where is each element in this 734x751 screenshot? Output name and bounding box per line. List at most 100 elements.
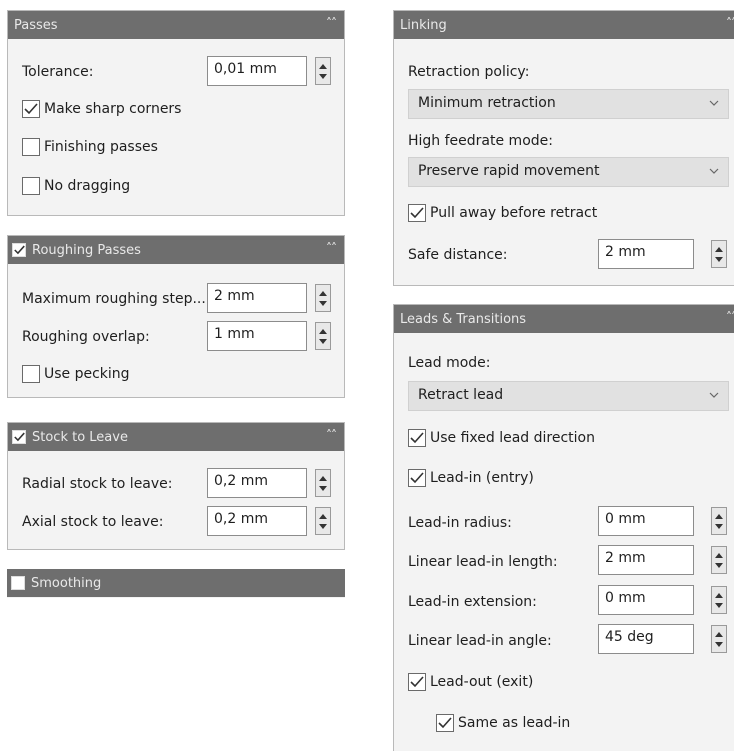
linear-lead-in-angle-field[interactable]: 45 deg — [598, 624, 694, 654]
radial-stock-spin-arrows-icon[interactable] — [315, 469, 331, 497]
roughing-title: Roughing Passes — [32, 242, 141, 258]
lead-in-extension-spin-arrows-icon[interactable] — [711, 586, 727, 614]
checkbox-box[interactable] — [436, 714, 454, 732]
lead-in-extension-label: Lead-in extension: — [408, 594, 537, 610]
passes-panel: Passes ˄˄ Tolerance: 0,01 mm Make sharp … — [7, 10, 345, 216]
double-chevron-up-icon[interactable]: ˄˄ — [326, 241, 337, 255]
checkmark-icon — [438, 717, 452, 729]
use-pecking-label: Use pecking — [44, 366, 130, 382]
roughing-overlap-field[interactable]: 1 mm — [207, 321, 307, 351]
linear-lead-in-angle-label: Linear lead-in angle: — [408, 633, 552, 649]
max-roughing-step-label: Maximum roughing step... — [22, 291, 206, 307]
lead-in-radius-label: Lead-in radius: — [408, 515, 512, 531]
pull-away-label: Pull away before retract — [430, 205, 598, 221]
stock-panel: Stock to Leave ˄˄ Radial stock to leave:… — [7, 422, 345, 550]
high-feedrate-dropdown[interactable]: Preserve rapid movement — [408, 157, 729, 187]
checkmark-icon — [410, 676, 424, 688]
retraction-policy-dropdown[interactable]: Minimum retraction — [408, 89, 729, 119]
checkbox-box[interactable] — [408, 204, 426, 222]
safe-distance-label: Safe distance: — [408, 247, 508, 263]
same-as-lead-in-label: Same as lead-in — [458, 715, 571, 731]
retraction-policy-label: Retraction policy: — [408, 64, 530, 80]
checkmark-icon — [410, 432, 424, 444]
lead-in-label: Lead-in (entry) — [430, 470, 534, 486]
checkbox-box[interactable] — [22, 177, 40, 195]
checkmark-icon — [13, 245, 25, 255]
checkbox-box[interactable] — [22, 365, 40, 383]
checkmark-icon — [410, 207, 424, 219]
lead-in-extension-field[interactable]: 0 mm — [598, 585, 694, 615]
lead-in-checkbox[interactable]: Lead-in (entry) — [408, 469, 534, 487]
max-roughing-step-field[interactable]: 2 mm — [207, 283, 307, 313]
lead-in-radius-field[interactable]: 0 mm — [598, 506, 694, 536]
checkbox-box[interactable] — [22, 100, 40, 118]
linear-lead-in-length-field[interactable]: 2 mm — [598, 545, 694, 575]
roughing-panel: Roughing Passes ˄˄ Maximum roughing step… — [7, 235, 345, 398]
lead-mode-label: Lead mode: — [408, 355, 491, 371]
pull-away-checkbox[interactable]: Pull away before retract — [408, 204, 597, 222]
retraction-policy-value: Minimum retraction — [418, 95, 556, 111]
axial-stock-label: Axial stock to leave: — [22, 514, 164, 530]
tolerance-spin-arrows-icon[interactable] — [315, 57, 331, 85]
tolerance-field[interactable]: 0,01 mm — [207, 56, 307, 86]
passes-header[interactable]: Passes ˄˄ — [8, 11, 344, 39]
no-dragging-label: No dragging — [44, 178, 131, 194]
smoothing-enable-checkbox[interactable] — [11, 576, 25, 590]
no-dragging-checkbox[interactable]: No dragging — [22, 177, 130, 195]
roughing-overlap-spin-arrows-icon[interactable] — [315, 322, 331, 350]
safe-distance-field[interactable]: 2 mm — [598, 239, 694, 269]
double-chevron-up-icon[interactable]: ˄˄ — [726, 16, 734, 30]
tolerance-label: Tolerance: — [22, 64, 94, 80]
chevron-down-icon — [709, 392, 719, 398]
double-chevron-up-icon[interactable]: ˄˄ — [326, 428, 337, 442]
use-fixed-lead-direction-label: Use fixed lead direction — [430, 430, 595, 446]
passes-title: Passes — [14, 17, 58, 33]
finishing-passes-label: Finishing passes — [44, 139, 158, 155]
leads-header[interactable]: Leads & Transitions ˄˄ — [394, 305, 734, 333]
max-roughing-step-spin-arrows-icon[interactable] — [315, 284, 331, 312]
same-as-lead-in-checkbox[interactable]: Same as lead-in — [436, 714, 570, 732]
leads-panel: Leads & Transitions ˄˄ Lead mode: Retrac… — [393, 304, 734, 751]
lead-out-checkbox[interactable]: Lead-out (exit) — [408, 673, 533, 691]
linking-panel: Linking ˄˄ Retraction policy: Minimum re… — [393, 10, 734, 286]
checkbox-box[interactable] — [408, 429, 426, 447]
smoothing-title: Smoothing — [31, 575, 102, 591]
linking-title: Linking — [400, 17, 447, 33]
double-chevron-up-icon[interactable]: ˄˄ — [726, 310, 734, 324]
checkbox-box[interactable] — [22, 138, 40, 156]
checkbox-box[interactable] — [408, 469, 426, 487]
roughing-overlap-label: Roughing overlap: — [22, 329, 150, 345]
stock-header[interactable]: Stock to Leave ˄˄ — [8, 423, 344, 451]
lead-out-label: Lead-out (exit) — [430, 674, 534, 690]
radial-stock-label: Radial stock to leave: — [22, 476, 173, 492]
chevron-down-icon — [709, 100, 719, 106]
double-chevron-up-icon[interactable]: ˄˄ — [326, 16, 337, 30]
linear-lead-in-angle-spin-arrows-icon[interactable] — [711, 625, 727, 653]
stock-enable-checkbox[interactable] — [12, 430, 26, 444]
radial-stock-field[interactable]: 0,2 mm — [207, 468, 307, 498]
roughing-header[interactable]: Roughing Passes ˄˄ — [8, 236, 344, 264]
lead-in-radius-spin-arrows-icon[interactable] — [711, 507, 727, 535]
make-sharp-corners-checkbox[interactable]: Make sharp corners — [22, 100, 181, 118]
stock-title: Stock to Leave — [32, 429, 128, 445]
safe-distance-spin-arrows-icon[interactable] — [711, 240, 727, 268]
smoothing-header[interactable]: Smoothing — [7, 569, 345, 597]
checkbox-box[interactable] — [408, 673, 426, 691]
checkmark-icon — [24, 103, 38, 115]
chevron-down-icon — [709, 168, 719, 174]
roughing-enable-checkbox[interactable] — [12, 243, 26, 257]
use-pecking-checkbox[interactable]: Use pecking — [22, 365, 130, 383]
use-fixed-lead-direction-checkbox[interactable]: Use fixed lead direction — [408, 429, 595, 447]
axial-stock-field[interactable]: 0,2 mm — [207, 506, 307, 536]
checkmark-icon — [13, 432, 25, 442]
checkmark-icon — [410, 472, 424, 484]
linking-header[interactable]: Linking ˄˄ — [394, 11, 734, 39]
lead-mode-dropdown[interactable]: Retract lead — [408, 381, 729, 411]
linear-lead-in-length-spin-arrows-icon[interactable] — [711, 546, 727, 574]
high-feedrate-value: Preserve rapid movement — [418, 163, 600, 179]
leads-title: Leads & Transitions — [400, 311, 527, 327]
linear-lead-in-length-label: Linear lead-in length: — [408, 554, 558, 570]
finishing-passes-checkbox[interactable]: Finishing passes — [22, 138, 158, 156]
smoothing-panel: Smoothing — [7, 569, 345, 598]
axial-stock-spin-arrows-icon[interactable] — [315, 507, 331, 535]
